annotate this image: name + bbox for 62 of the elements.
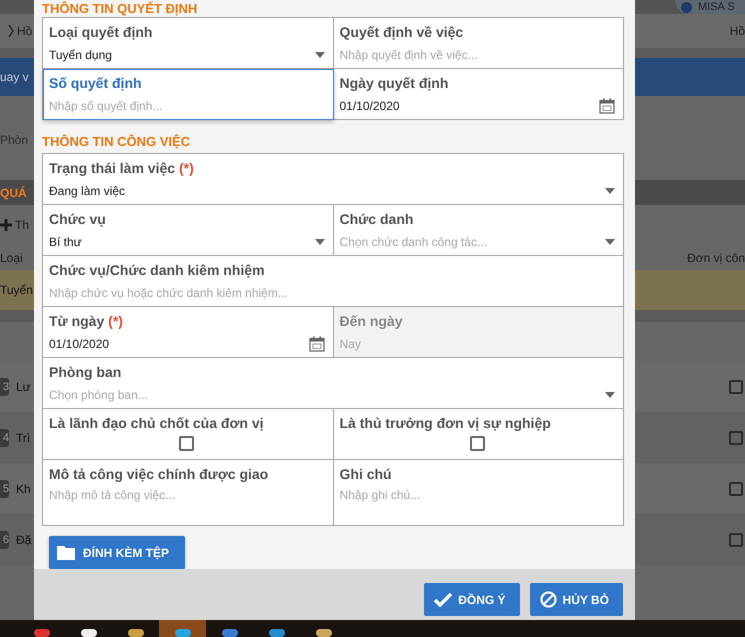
section-title: THÔNG TIN CÔNG VIỆC <box>42 133 192 151</box>
folder-icon <box>57 545 75 560</box>
column-header: Loại <box>0 250 23 264</box>
checkbox[interactable] <box>729 482 743 496</box>
ban-icon <box>540 591 557 608</box>
input-field[interactable]: Chức vụ/Chức danh kiêm nhiệm Nhập chức vụ hoặc chức danh kiêm nhiệm... <box>43 256 624 307</box>
caret-icon <box>605 392 615 398</box>
back-link[interactable]: uay v <box>0 70 29 84</box>
input-box[interactable]: Bí thư <box>49 232 314 252</box>
column-header: Đơn vị côn <box>687 250 745 264</box>
row-number: 6 <box>0 530 9 548</box>
chevron-icon <box>8 24 14 38</box>
input-box[interactable]: Chọn chức danh công tác... <box>340 232 605 252</box>
field-label: Là thủ trưởng đơn vị sự nghiệp <box>340 415 552 431</box>
row-number: 4 <box>0 428 9 446</box>
checkbox[interactable] <box>729 532 743 546</box>
checkbox[interactable] <box>470 436 485 451</box>
date-field[interactable]: Ngày quyết định 01/10/2020 <box>334 69 624 120</box>
caret-icon <box>314 239 324 245</box>
input-box[interactable]: Chọn phòng ban... <box>49 385 605 405</box>
input-box[interactable]: Đang làm việc <box>49 181 605 201</box>
field-label: Là lãnh đạo chủ chốt của đơn vị <box>49 415 265 431</box>
text-area[interactable]: Ghi chú Nhập ghi chú... <box>334 460 624 526</box>
table-cell: Đặ <box>16 532 32 546</box>
section-title: QUÁ <box>0 186 27 200</box>
input-box[interactable]: Tuyển dụng <box>49 45 314 65</box>
input-box[interactable]: Nhập quyết định về việc... <box>340 45 615 65</box>
input-box[interactable]: Nhập ghi chú... <box>340 485 615 505</box>
select-field[interactable]: Phòng ban Chọn phòng ban... <box>43 358 624 409</box>
calendar-icon <box>599 98 615 114</box>
input-field[interactable]: Số quyết định Nhập số quyết định... <box>43 69 334 120</box>
checkbox[interactable] <box>179 436 194 451</box>
checkbox[interactable] <box>729 430 743 444</box>
input-field[interactable]: Quyết định về việc Nhập quyết định về việc... <box>334 18 624 69</box>
row-number: 3 <box>0 378 9 396</box>
section-title: THÔNG TIN QUYẾT ĐỊNH <box>42 0 198 17</box>
table-cell: Tuyển <box>0 283 33 297</box>
input-box[interactable]: Nhập số quyết định... <box>49 96 324 116</box>
text-area[interactable]: Mô tả công việc chính được giao Nhập mô tả công việc... <box>43 460 334 526</box>
caret-icon <box>605 188 615 194</box>
input-box[interactable]: Nhập mô tả công việc... <box>49 485 324 505</box>
caret-icon <box>605 239 615 245</box>
select-field[interactable]: Loại quyết định Tuyển dụng <box>43 18 334 69</box>
confirm-button[interactable]: ĐỒNG Ý <box>424 583 520 616</box>
input-box[interactable]: Nhập chức vụ hoặc chức danh kiêm nhiệm... <box>49 283 615 303</box>
select-field[interactable]: Trạng thái làm việc (*) Đang làm việc <box>43 154 624 205</box>
row-number: 5 <box>0 480 9 498</box>
table-cell: Kh <box>16 482 31 496</box>
checkbox[interactable] <box>729 380 743 394</box>
cancel-button[interactable]: HỦY BỎ <box>530 583 623 616</box>
check-icon <box>434 592 452 606</box>
calendar-icon <box>308 336 324 352</box>
attach-button[interactable]: ĐÍNH KÈM TỆP <box>49 536 185 569</box>
table-cell: Lư <box>16 380 31 394</box>
department-label: Phòn <box>0 133 28 147</box>
table-cell: Trì <box>16 430 30 444</box>
select-field[interactable]: Chức vụ Bí thư <box>43 205 334 256</box>
input-box[interactable]: 01/10/2020 <box>340 96 599 116</box>
plus-icon <box>0 219 12 231</box>
input-box[interactable]: 01/10/2020 <box>49 334 308 354</box>
date-field[interactable]: Từ ngày (*) 01/10/2020 <box>43 307 334 358</box>
select-field[interactable]: Chức danh Chọn chức danh công tác... <box>334 205 624 256</box>
